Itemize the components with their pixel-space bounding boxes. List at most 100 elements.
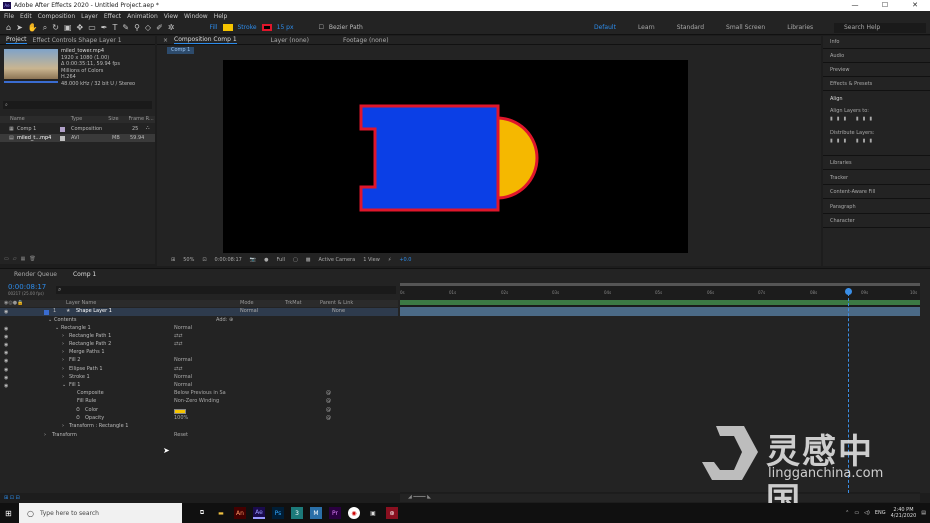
layer-row-color[interactable]: ⏱ Color @ [0,407,398,415]
panel-info[interactable]: Info [830,39,839,45]
panel-libraries[interactable]: Libraries [830,160,852,166]
layer-row-fill-2[interactable]: ◉ › Fill 2 Normal [0,357,398,365]
layer-duration-bar[interactable] [400,307,920,316]
timeline-footer-icons[interactable]: ⊞ ⊡ ⊟ [4,495,20,501]
chevron-right-icon[interactable]: › [62,374,64,380]
stroke-label[interactable]: Stroke [238,24,257,31]
path-direction-icon[interactable]: ⇄⇄ [174,366,182,372]
volume-icon[interactable]: ◁) [864,510,870,516]
snapshot-icon[interactable]: 📷 [250,257,256,263]
tab-comp-1[interactable]: Comp 1 [73,271,96,278]
chevron-right-icon[interactable]: › [62,423,64,429]
selection-tool-icon[interactable]: ➤ [16,23,23,32]
menu-effect[interactable]: Effect [104,13,121,20]
layer-row-opacity[interactable]: ⏱ Opacity 100% @ [0,415,398,423]
color-channel-icon[interactable]: ● [264,257,268,263]
panel-content-aware-fill[interactable]: Content-Aware Fill [830,189,875,195]
col-mode[interactable]: Mode [240,300,254,306]
search-help-input[interactable]: Search Help [834,23,926,33]
home-icon[interactable]: ⌂ [6,23,11,32]
playhead-handle[interactable] [845,288,852,295]
workspace-small-screen[interactable]: Small Screen [726,24,765,31]
resolution-select[interactable]: Full [276,257,285,263]
eye-icon[interactable]: ◉ [4,326,8,332]
chevron-down-icon[interactable]: ⌄ [55,325,59,331]
workspace-learn[interactable]: Learn [638,24,655,31]
project-search-input[interactable]: ⌕ [3,101,152,109]
path-direction-icon[interactable]: ⇄⇄ [174,341,182,347]
label-color[interactable] [60,135,65,141]
roto-brush-tool-icon[interactable]: ✐ [156,23,163,32]
maximize-icon[interactable]: ☐ [870,0,900,11]
tray-chevron-icon[interactable]: ⌃ [845,510,849,516]
expression-icon[interactable]: @ [326,407,331,413]
menu-layer[interactable]: Layer [81,13,98,20]
blend-mode-select[interactable]: Normal [174,325,192,331]
eye-icon[interactable]: ◉ [4,309,8,315]
col-type[interactable]: Type [71,116,82,123]
expression-icon[interactable]: @ [326,390,331,396]
region-interest-icon[interactable]: ▢ [293,257,298,263]
zoom-select[interactable]: 50% [183,257,194,263]
chevron-right-icon[interactable]: › [62,341,64,347]
timeline-current-time[interactable]: 0:00:08:17 [8,283,46,291]
menu-window[interactable]: Window [184,13,208,20]
label-color[interactable] [60,126,65,132]
animate-app-icon[interactable]: An [234,507,246,519]
table-row[interactable]: ▦ Comp 1 Composition 25 ⛬ [0,125,155,133]
stroke-width[interactable]: 15 px [277,24,294,31]
app-3-icon[interactable]: 3 [291,507,303,519]
comp-breadcrumb[interactable]: Comp 1 [167,47,195,54]
workspace-libraries[interactable]: Libraries [787,24,813,31]
brush-tool-icon[interactable]: ✎ [122,23,129,32]
exposure-value[interactable]: +0.0 [399,257,411,263]
eye-icon[interactable]: ◉ [4,383,8,389]
panel-tracker[interactable]: Tracker [830,175,848,181]
delete-icon[interactable]: 🗑 [29,256,35,262]
work-area-bar[interactable] [400,283,920,286]
label-color[interactable] [44,309,49,315]
minimize-icon[interactable]: — [840,0,870,11]
menu-help[interactable]: Help [214,13,228,20]
col-frame-rate[interactable]: Frame R... [129,116,154,123]
composition-viewer[interactable] [223,60,688,253]
photoshop-app-icon[interactable]: Ps [272,507,284,519]
tab-footage[interactable]: Footage (none) [343,37,389,44]
rotate-tool-icon[interactable]: ↻ [52,23,59,32]
stroke-color-swatch[interactable] [261,24,272,31]
parent-select[interactable]: None [332,308,345,314]
layer-row-rectangle-path-2[interactable]: ◉ › Rectangle Path 2 ⇄⇄ [0,341,398,349]
windows-start-icon[interactable]: ⊞ [5,509,12,518]
fill-rule-select[interactable]: Non-Zero Winding [174,398,219,404]
pen-tool-icon[interactable]: ✒ [101,23,108,32]
eye-icon[interactable]: ◉ [4,375,8,381]
composite-select[interactable]: Below Previous in Sa [174,390,226,396]
chevron-right-icon[interactable]: › [44,432,46,438]
media-encoder-icon[interactable]: ▣ [367,507,379,519]
eye-icon[interactable]: ◉ [4,342,8,348]
pan-behind-tool-icon[interactable]: ✥ [77,23,84,32]
panel-audio[interactable]: Audio [830,53,844,59]
col-name[interactable]: Name [10,116,25,123]
layer-row-contents[interactable]: ⌄ Contents Add: ⊕ [0,317,398,325]
tab-project[interactable]: Project [6,36,27,44]
premiere-app-icon[interactable]: Pr [329,507,341,519]
fast-preview-icon[interactable]: ⚡ [388,257,392,263]
chrome-app-icon[interactable]: ◉ [348,507,360,519]
col-trkmat[interactable]: TrkMat [285,300,302,306]
task-view-icon[interactable]: ⧉ [196,507,208,519]
layer-row-rectangle-path-1[interactable]: ◉ › Rectangle Path 1 ⇄⇄ [0,333,398,341]
reset-link[interactable]: Reset [174,432,188,438]
align-buttons[interactable]: ▮▮▮ ▮▮▮ [830,116,876,122]
color-swatch[interactable] [174,408,186,414]
eye-icon[interactable]: ◉ [4,334,8,340]
blend-mode-select[interactable]: Normal [174,357,192,363]
eye-icon[interactable]: ◉ [4,358,8,364]
opacity-value[interactable]: 100% [174,415,188,421]
tab-composition[interactable]: Composition Comp 1 [174,36,237,44]
col-layer-name[interactable]: Layer Name [66,300,96,306]
new-folder-icon[interactable]: ▱ [13,256,17,262]
menu-edit[interactable]: Edit [20,13,32,20]
layer-row-rectangle-1[interactable]: ◉ ⌄ Rectangle 1 Normal [0,325,398,333]
close-tab-icon[interactable]: × [163,37,168,44]
